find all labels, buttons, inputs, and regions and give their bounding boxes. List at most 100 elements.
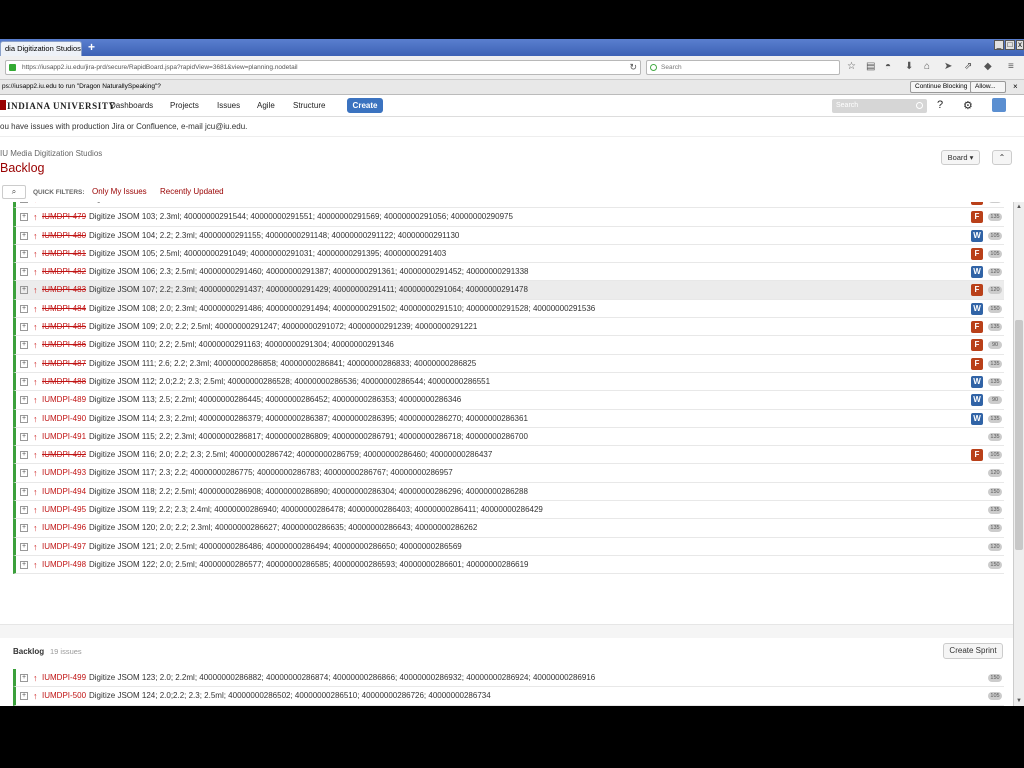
new-tab-button[interactable]: + (88, 40, 95, 54)
hamburger-menu-icon[interactable]: ≡ (1008, 61, 1014, 72)
filter-recently-updated[interactable]: Recently Updated (160, 187, 224, 196)
issue-key[interactable]: IUMDPI-493 (42, 464, 86, 482)
expand-icon[interactable]: + (20, 213, 28, 222)
browser-tab[interactable]: dia Digitization Studios -... (0, 41, 82, 56)
extension-icon[interactable]: ◆ (984, 61, 992, 72)
create-sprint-button[interactable]: Create Sprint (943, 643, 1003, 659)
expand-icon[interactable]: + (20, 506, 28, 515)
expand-icon[interactable]: + (20, 469, 28, 478)
scrollbar-thumb[interactable] (1015, 320, 1023, 550)
url-bar[interactable]: https://iusapp2.iu.edu/jira-prd/secure/R… (5, 60, 641, 75)
menu-projects[interactable]: Projects (170, 101, 199, 110)
menu-structure[interactable]: Structure (293, 101, 325, 110)
issue-key[interactable]: IUMDPI-497 (42, 538, 86, 556)
issue-key[interactable]: IUMDPI-484 (42, 300, 86, 318)
menu-agile[interactable]: Agile (257, 101, 275, 110)
issue-row[interactable]: + ↑ IUMDPI-496 Digitize JSOM 120; 2.0; 2.2;… (13, 519, 1004, 538)
board-dropdown-button[interactable]: Board ▾ (941, 150, 980, 165)
expand-icon[interactable]: + (20, 451, 28, 460)
issue-row[interactable]: + ↑ IUMDPI-493 Digitize JSOM 117; 2.3; 2.2;… (13, 464, 1004, 483)
issue-row[interactable]: + ↑ IUMDPI-491 Digitize JSOM 115; 2.2; 2.3m… (13, 427, 1004, 447)
issue-key[interactable]: IUMDPI-486 (42, 336, 86, 354)
download-icon[interactable]: ⬇ (905, 61, 913, 72)
backlog-search-icon[interactable]: ⌕ (2, 185, 26, 199)
issue-row[interactable]: + ↑ IUMDPI-487 Digitize JSOM 111; 2.6; 2.2;… (13, 354, 1004, 373)
issue-key[interactable]: IUMDPI-489 (42, 391, 86, 409)
reading-list-icon[interactable]: ▤ (866, 61, 875, 72)
issue-key[interactable]: IUMDPI-491 (42, 428, 86, 446)
browser-search-input[interactable]: Search (646, 60, 840, 75)
minimize-icon[interactable]: _ (994, 40, 1004, 50)
issue-key[interactable]: IUMDPI-483 (42, 281, 86, 299)
issue-key[interactable]: IUMDPI-495 (42, 501, 86, 519)
jira-search-input[interactable]: Search (832, 99, 927, 113)
expand-icon[interactable]: + (20, 432, 28, 441)
issue-row[interactable]: + ↑ IUMDPI-492 Digitize JSOM 116; 2.0; 2.2;… (13, 446, 1004, 465)
issue-key[interactable]: IUMDPI-492 (42, 446, 86, 464)
star-icon[interactable]: ☆ (847, 61, 856, 72)
gear-icon[interactable]: ⚙ (963, 99, 973, 112)
pocket-icon[interactable]: ◓ (885, 61, 891, 72)
send-icon[interactable]: ➤ (944, 61, 952, 72)
filter-only-my-issues[interactable]: Only My Issues (92, 187, 147, 196)
iu-logo[interactable]: INDIANA UNIVERSITY (7, 101, 116, 111)
expand-icon[interactable]: + (20, 542, 28, 551)
issue-row[interactable]: + ↑ IUMDPI-499 Digitize JSOM 123; 2.0; 2.2m… (13, 669, 1004, 688)
issue-row[interactable]: + ↑ IUMDPI-480 Digitize JSOM 104; 2.2; 2.3m… (13, 226, 1004, 245)
menu-issues[interactable]: Issues (217, 101, 240, 110)
share-icon[interactable]: ⇗ (964, 61, 972, 72)
expand-icon[interactable]: + (20, 396, 28, 405)
issue-row[interactable]: + ↑ IUMDPI-481 Digitize JSOM 105; 2.5ml; 40… (13, 244, 1004, 264)
expand-icon[interactable]: + (20, 268, 28, 277)
expand-icon[interactable]: + (20, 231, 28, 240)
issue-key[interactable]: IUMDPI-481 (42, 245, 86, 263)
expand-icon[interactable]: + (20, 524, 28, 533)
expand-icon[interactable]: + (20, 359, 28, 368)
issue-key[interactable]: IUMDPI-494 (42, 483, 86, 501)
expand-icon[interactable]: + (20, 692, 28, 701)
issue-key[interactable]: IUMDPI-480 (42, 227, 86, 245)
issue-row[interactable]: + ↑ IUMDPI-486 Digitize JSOM 110; 2.2; 2.5m… (13, 336, 1004, 355)
issue-key[interactable]: IUMDPI-482 (42, 263, 86, 281)
issue-key[interactable]: IUMDPI-490 (42, 410, 86, 428)
issue-row[interactable]: + ↑ IUMDPI-482 Digitize JSOM 106; 2.3; 2.5m… (13, 263, 1004, 282)
menu-dashboards[interactable]: Dashboards (110, 101, 153, 110)
issue-key[interactable]: IUMDPI-498 (42, 556, 86, 574)
issue-row[interactable]: + ↑ IUMDPI-479 Digitize JSOM 103; 2.3ml; 40… (13, 208, 1004, 227)
vertical-scrollbar[interactable]: ▲ ▼ (1013, 202, 1024, 706)
issue-row[interactable]: + ↑ IUMDPI-488 Digitize JSOM 112; 2.0;2.2; … (13, 372, 1004, 392)
expand-icon[interactable]: + (20, 304, 28, 313)
close-notification-icon[interactable]: × (1013, 80, 1018, 94)
issue-row[interactable]: + ↑ IUMDPI-489 Digitize JSOM 113; 2.5; 2.2m… (13, 391, 1004, 410)
allow-button[interactable]: Allow... (970, 81, 1006, 93)
breadcrumb[interactable]: IU Media Digitization Studios (0, 149, 102, 158)
expand-icon[interactable]: + (20, 249, 28, 258)
issue-row[interactable]: + ↑ IUMDPI-485 Digitize JSOM 109; 2.0; 2.2;… (13, 318, 1004, 337)
issue-row[interactable]: + ↑ IUMDPI-495 Digitize JSOM 119; 2.2; 2.3;… (13, 501, 1004, 520)
issue-key[interactable]: IUMDPI-488 (42, 373, 86, 391)
close-icon[interactable]: x (1016, 40, 1024, 50)
issue-key[interactable]: IUMDPI-479 (42, 208, 86, 226)
issue-row[interactable]: + ↑ IUMDPI-483 Digitize JSOM 107; 2.2; 2.3m… (13, 281, 1004, 300)
issue-row[interactable]: + ↑ IUMDPI-497 Digitize JSOM 121; 2.0; 2.5m… (13, 537, 1004, 556)
expand-icon[interactable]: + (20, 377, 28, 386)
continue-blocking-button[interactable]: Continue Blocking (910, 81, 973, 93)
maximize-icon[interactable]: □ (1005, 40, 1015, 50)
expand-icon[interactable]: + (20, 414, 28, 423)
expand-icon[interactable]: + (20, 560, 28, 569)
issue-row[interactable]: + ↑ IUMDPI-500 Digitize JSOM 124; 2.0;2.2; … (13, 687, 1004, 706)
expand-icon[interactable]: + (20, 341, 28, 350)
expand-icon[interactable]: + (20, 487, 28, 496)
create-button[interactable]: Create (347, 98, 383, 113)
issue-key[interactable]: IUMDPI-478 (42, 202, 86, 208)
reload-icon[interactable]: ↻ (629, 61, 637, 74)
issue-key[interactable]: IUMDPI-487 (42, 355, 86, 373)
help-icon[interactable]: ? (937, 99, 943, 111)
issue-row[interactable]: + ↑ IUMDPI-484 Digitize JSOM 108; 2.0; 2.3m… (13, 299, 1004, 319)
issue-key[interactable]: IUMDPI-499 (42, 669, 86, 687)
scroll-down-icon[interactable]: ▼ (1015, 697, 1023, 705)
issue-key[interactable]: IUMDPI-485 (42, 318, 86, 336)
expand-icon[interactable]: + (20, 323, 28, 332)
backlog-list[interactable]: + ↑ IUMDPI-478Digitize JSOM 102; 2.2ml; 40… (0, 202, 1013, 706)
expand-icon[interactable]: + (20, 674, 28, 682)
